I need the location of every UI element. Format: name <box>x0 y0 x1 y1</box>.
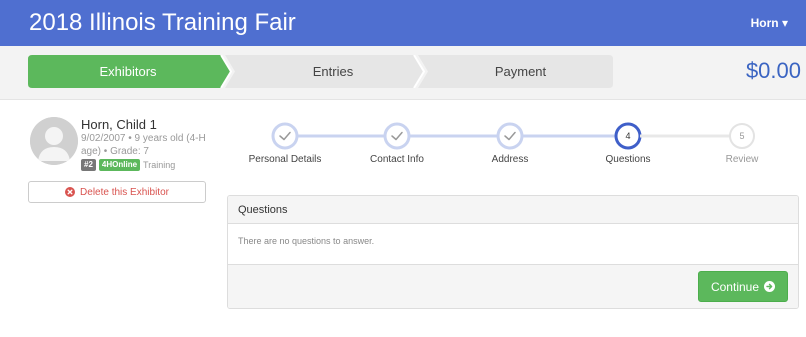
delete-exhibitor-label: Delete this Exhibitor <box>80 186 169 198</box>
exhibitor-number-badge: #2 <box>81 159 96 171</box>
exhibitor-name: Horn, Child 1 <box>81 117 157 132</box>
delete-exhibitor-button[interactable]: Delete this Exhibitor <box>28 181 206 203</box>
step-personal-details: Personal Details <box>248 154 322 165</box>
exhibitor-details-cont: age) • Grade: 7 <box>81 146 149 157</box>
continue-button[interactable]: Continue <box>698 271 788 302</box>
questions-panel-footer: Continue <box>228 264 798 308</box>
questions-panel: Questions There are no questions to answ… <box>227 195 799 309</box>
step-personal-details-marker <box>271 122 299 150</box>
registration-steps: 4 5 Personal Details Contact Info Addres… <box>226 118 796 178</box>
continue-label: Continue <box>710 279 760 294</box>
questions-heading: Questions <box>228 196 798 224</box>
wizard-step-exhibitors[interactable]: Exhibitors <box>28 55 228 88</box>
checkout-bar: Exhibitors Entries Payment $0.00 <box>0 46 806 100</box>
checkout-wizard: Exhibitors Entries Payment <box>28 55 613 88</box>
badge-suffix: Training <box>143 160 176 170</box>
program-badge: 4HOnline <box>98 159 141 171</box>
avatar <box>30 117 78 165</box>
step-questions-number: 4 <box>625 131 631 141</box>
user-silhouette-icon <box>30 117 78 165</box>
user-menu[interactable]: Horn ▾ <box>751 16 788 30</box>
arrow-right-circle-icon <box>764 281 776 292</box>
remove-circle-icon <box>65 187 76 197</box>
step-questions: Questions <box>605 154 651 165</box>
page-title: 2018 Illinois Training Fair <box>29 9 296 36</box>
top-navbar: 2018 Illinois Training Fair Horn ▾ <box>0 0 806 46</box>
step-address: Address <box>491 154 529 165</box>
wizard-step-entries[interactable]: Entries <box>238 55 428 88</box>
no-questions-message: There are no questions to answer. <box>238 236 375 246</box>
wizard-step-payment[interactable]: Payment <box>428 55 613 88</box>
exhibitor-badges: #2 4HOnline Training <box>81 159 175 171</box>
step-address-marker <box>496 122 524 150</box>
step-contact-info: Contact Info <box>370 154 424 165</box>
exhibitor-details: 9/02/2007 • 9 years old (4-H <box>81 133 206 144</box>
cart-total: $0.00 <box>745 58 801 83</box>
step-review-number: 5 <box>739 131 745 141</box>
step-review: Review <box>725 154 759 165</box>
step-contact-info-marker <box>383 122 411 150</box>
